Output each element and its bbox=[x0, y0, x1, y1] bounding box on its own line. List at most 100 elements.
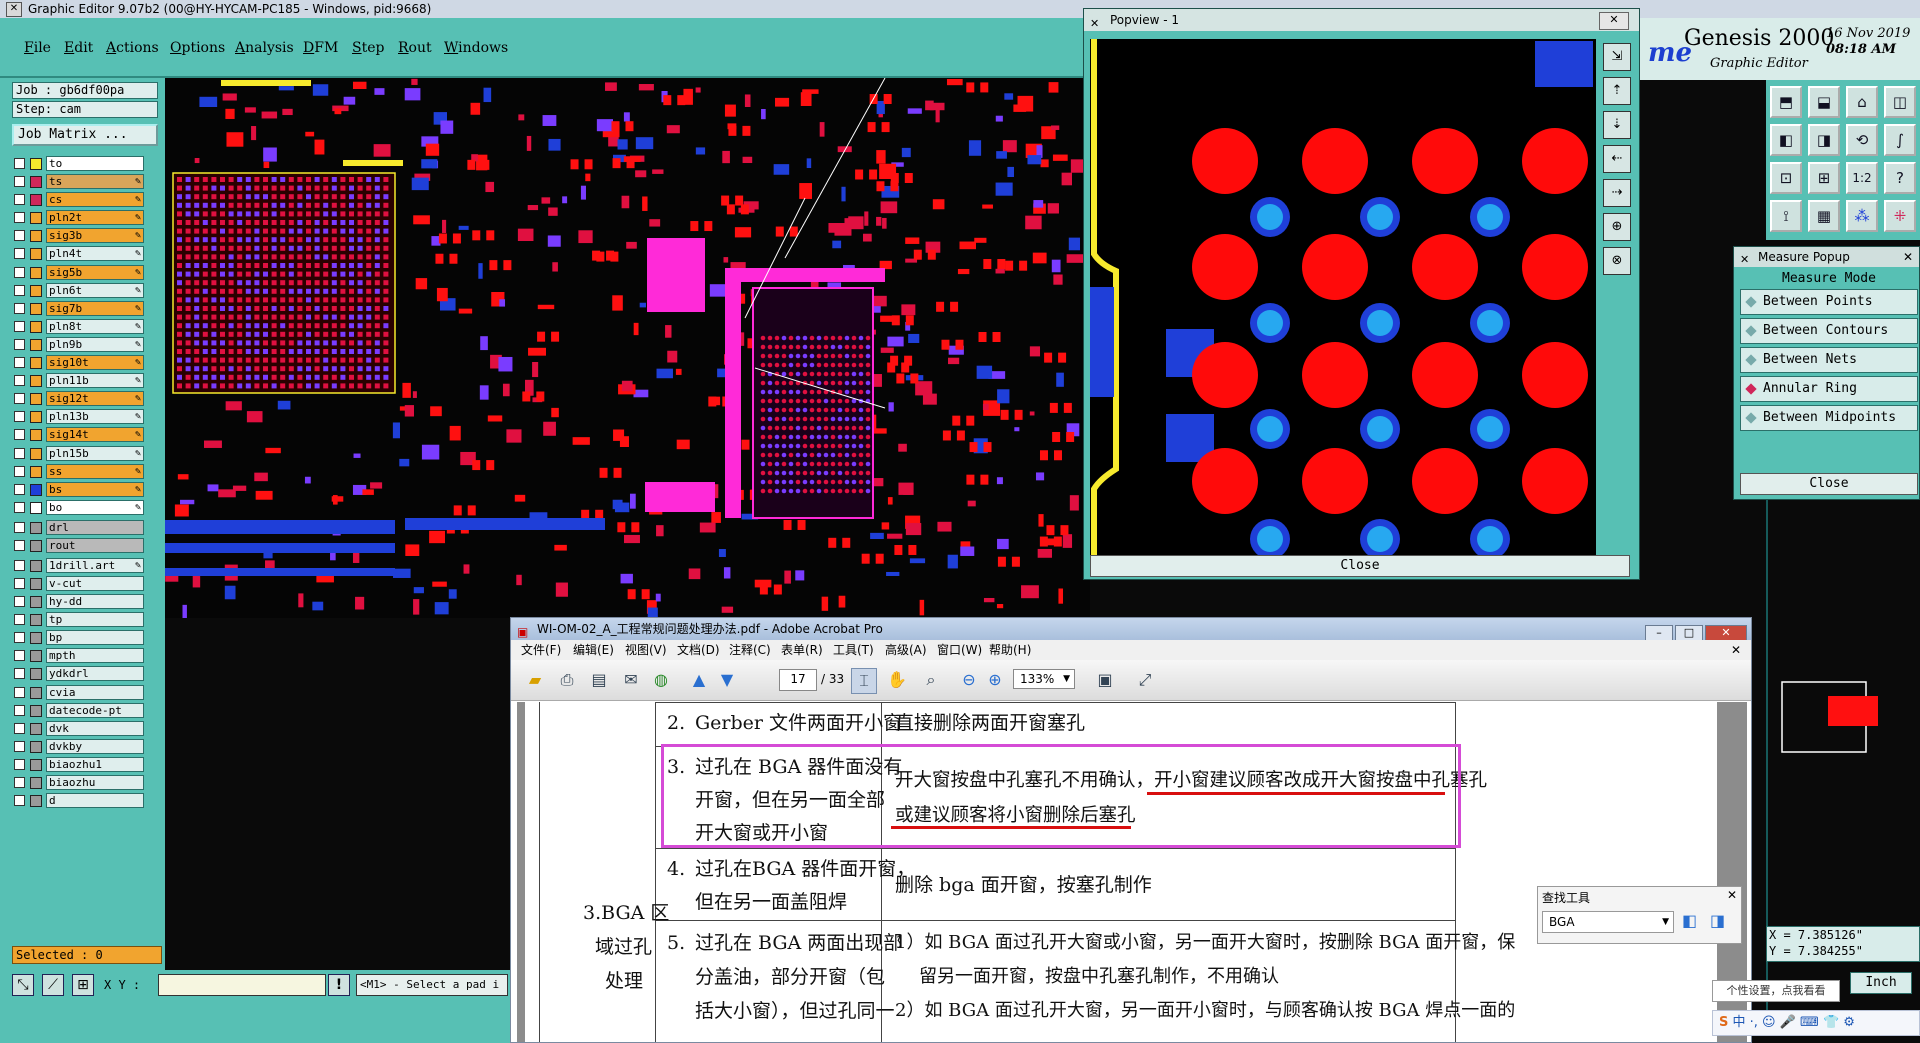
layer-checkbox[interactable] bbox=[14, 596, 25, 608]
layer-row[interactable]: sig5b ✎ bbox=[12, 264, 160, 281]
layer-color-swatch[interactable] bbox=[30, 668, 42, 681]
layer-color-swatch[interactable] bbox=[30, 248, 42, 261]
zoom-in-icon[interactable]: ⊕ bbox=[1603, 213, 1631, 241]
menu-forms-cn[interactable]: 表单(R) bbox=[781, 640, 823, 660]
layer-name[interactable]: rout bbox=[46, 537, 144, 553]
layer-color-swatch[interactable] bbox=[30, 577, 42, 590]
layer-color-swatch[interactable] bbox=[30, 266, 42, 279]
layer-checkbox[interactable] bbox=[14, 722, 25, 734]
layer-row[interactable]: cvia bbox=[12, 684, 160, 701]
layer-name[interactable]: bo ✎ bbox=[46, 499, 144, 515]
layer-name[interactable]: dvk bbox=[46, 720, 144, 736]
find-close-icon[interactable]: ✕ bbox=[1727, 888, 1737, 902]
drill-icon[interactable]: ⁜ bbox=[1884, 200, 1916, 232]
layer-name[interactable]: d bbox=[46, 793, 144, 809]
layer-color-swatch[interactable] bbox=[30, 393, 42, 406]
layer-row[interactable]: to bbox=[12, 156, 160, 172]
layer-name[interactable]: pln11b ✎ bbox=[46, 373, 144, 389]
layer-checkbox[interactable] bbox=[14, 375, 25, 387]
layer-row[interactable]: sig7b ✎ bbox=[12, 300, 160, 317]
layer-row[interactable]: tp bbox=[12, 612, 160, 628]
layer-name[interactable]: to bbox=[46, 156, 144, 171]
layer-row[interactable]: v-cut bbox=[12, 575, 160, 592]
layer-color-swatch[interactable] bbox=[30, 596, 42, 609]
layer-name[interactable]: sig5b ✎ bbox=[46, 264, 144, 280]
right-icon[interactable]: ⇢ bbox=[1603, 179, 1631, 207]
home-icon[interactable]: ⌂ bbox=[1846, 86, 1878, 118]
layer-checkbox[interactable] bbox=[14, 795, 25, 807]
layer-name[interactable]: biaozhu1 bbox=[46, 756, 144, 772]
menu-window-cn[interactable]: 窗口(W) bbox=[937, 640, 982, 660]
layer-color-swatch[interactable] bbox=[30, 614, 42, 627]
down-icon[interactable]: ⇣ bbox=[1603, 111, 1631, 139]
layer-name[interactable]: hy-dd bbox=[46, 594, 144, 610]
layer-checkbox[interactable] bbox=[14, 632, 25, 644]
layer-name[interactable]: dvkby bbox=[46, 738, 144, 754]
layer-row[interactable]: drl bbox=[12, 519, 160, 536]
layer-row[interactable]: bo ✎ bbox=[12, 499, 160, 516]
layer-checkbox[interactable] bbox=[14, 614, 25, 626]
layer-row[interactable]: ydkdrl bbox=[12, 666, 160, 682]
layer-up-icon[interactable]: ⬒ bbox=[1770, 86, 1802, 118]
layer-checkbox[interactable] bbox=[14, 758, 25, 770]
page-number-input[interactable]: 17 bbox=[779, 669, 817, 691]
layer-checkbox[interactable] bbox=[14, 447, 25, 459]
layer-name[interactable]: ss ✎ bbox=[46, 463, 144, 479]
layer-row[interactable]: biaozhu bbox=[12, 775, 160, 791]
layer-color-swatch[interactable] bbox=[30, 194, 42, 207]
xy-input[interactable] bbox=[158, 974, 326, 996]
layer-color-swatch[interactable] bbox=[30, 650, 42, 663]
menu-actions[interactable]: Actions bbox=[106, 40, 159, 56]
layer-row[interactable]: sig10t ✎ bbox=[12, 355, 160, 371]
layer-color-swatch[interactable] bbox=[30, 158, 42, 170]
layer-name[interactable]: v-cut bbox=[46, 575, 144, 591]
layer-color-swatch[interactable] bbox=[30, 704, 42, 717]
layer-row[interactable]: sig14t ✎ bbox=[12, 427, 160, 443]
layer-row[interactable]: pln4t ✎ bbox=[12, 246, 160, 262]
measure-tool-icon[interactable]: ⟋ bbox=[42, 974, 64, 996]
menu-tools-cn[interactable]: 工具(T) bbox=[833, 640, 874, 660]
job-matrix-button[interactable]: Job Matrix ... bbox=[12, 124, 158, 146]
layer-name[interactable]: sig12t ✎ bbox=[46, 391, 144, 407]
layer-color-swatch[interactable] bbox=[30, 284, 42, 297]
zoom-select[interactable]: 133% ▼ bbox=[1013, 669, 1075, 689]
layer-checkbox[interactable] bbox=[14, 411, 25, 423]
layer-name[interactable]: drl bbox=[46, 519, 144, 535]
globe-icon[interactable]: ◍ bbox=[649, 668, 673, 692]
popview-canvas[interactable] bbox=[1090, 39, 1596, 555]
open-folder-icon[interactable]: ▰ bbox=[523, 668, 547, 692]
move-left-icon[interactable]: ◧ bbox=[1770, 124, 1802, 156]
layer-color-swatch[interactable] bbox=[30, 758, 42, 771]
menu-view-cn[interactable]: 视图(V) bbox=[625, 640, 667, 660]
layer-checkbox[interactable] bbox=[14, 266, 25, 278]
layer-checkbox[interactable] bbox=[14, 577, 25, 589]
layer-row[interactable]: biaozhu1 bbox=[12, 756, 160, 773]
layer-row[interactable]: sig12t ✎ bbox=[12, 391, 160, 407]
layer-name[interactable]: pln13b ✎ bbox=[46, 409, 144, 425]
nets-icon[interactable]: ⁂ bbox=[1846, 200, 1878, 232]
layer-checkbox[interactable] bbox=[14, 302, 25, 314]
layer-color-swatch[interactable] bbox=[30, 740, 42, 753]
layer-color-swatch[interactable] bbox=[30, 521, 42, 534]
layer-color-swatch[interactable] bbox=[30, 447, 42, 460]
layer-row[interactable]: pln6t ✎ bbox=[12, 282, 160, 299]
layer-checkbox[interactable] bbox=[14, 284, 25, 296]
layer-row[interactable]: 1drill.art ✎ bbox=[12, 557, 160, 574]
mode-between-contours[interactable]: Between Contours bbox=[1740, 318, 1918, 344]
mode-annular-ring[interactable]: Annular Ring bbox=[1740, 376, 1918, 402]
layer-color-swatch[interactable] bbox=[30, 483, 42, 496]
next-page-icon[interactable]: ▼ bbox=[715, 668, 739, 692]
layer-row[interactable]: d bbox=[12, 793, 160, 809]
ratio-icon[interactable]: 1:2 bbox=[1846, 162, 1878, 194]
find-next-icon[interactable]: ◨ bbox=[1710, 911, 1725, 930]
layer-row[interactable]: dvkby bbox=[12, 738, 160, 755]
menu-document-cn[interactable]: 文档(D) bbox=[677, 640, 720, 660]
layer-row[interactable]: ss ✎ bbox=[12, 463, 160, 480]
layer-checkbox[interactable] bbox=[14, 429, 25, 441]
fit-icon[interactable]: ⊞ bbox=[1808, 162, 1840, 194]
layer-color-swatch[interactable] bbox=[30, 302, 42, 315]
layer-checkbox[interactable] bbox=[14, 483, 25, 495]
layer-name[interactable]: sig7b ✎ bbox=[46, 300, 144, 316]
layer-color-swatch[interactable] bbox=[30, 539, 42, 552]
pan-icon[interactable]: ⇲ bbox=[1603, 43, 1631, 71]
